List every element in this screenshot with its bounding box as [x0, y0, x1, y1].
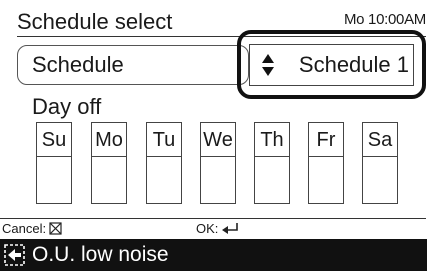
day-label: We [203, 129, 233, 151]
status-bar: O.U. low noise [0, 239, 427, 271]
divider [363, 156, 397, 157]
up-down-triangles-icon [262, 54, 274, 76]
day-label: Su [41, 129, 67, 151]
schedule-value: Schedule 1 [298, 52, 409, 77]
ok-hint: OK: [196, 220, 239, 238]
divider [0, 218, 426, 219]
screen: Schedule select Mo 10:00AM Schedule Sche… [0, 0, 432, 271]
schedule-label: Schedule [32, 52, 124, 77]
clock: Mo 10:00AM [343, 11, 426, 28]
schedule-field: Schedule [17, 45, 249, 85]
divider [201, 156, 235, 157]
day-wednesday[interactable]: We [200, 122, 236, 204]
page-title: Schedule select [17, 9, 173, 34]
day-tuesday[interactable]: Tu [146, 122, 182, 204]
enter-arrow-icon [222, 223, 239, 234]
day-label: Tu [152, 129, 176, 151]
status-label: O.U. low noise [32, 243, 169, 266]
day-label: Mo [95, 129, 123, 151]
day-monday[interactable]: Mo [91, 122, 127, 204]
cancel-label: Cancel: [2, 221, 47, 236]
divider [37, 156, 71, 157]
cancel-x-icon [49, 222, 62, 235]
day-sunday[interactable]: Su [36, 122, 72, 204]
schedule-selector[interactable]: Schedule 1 [249, 44, 414, 86]
day-off-label: Day off [32, 94, 102, 119]
cancel-hint: Cancel: [2, 220, 62, 238]
day-saturday[interactable]: Sa [362, 122, 398, 204]
day-label: Fr [316, 129, 336, 151]
divider [147, 156, 181, 157]
ok-label: OK: [196, 221, 219, 236]
low-noise-icon [4, 244, 25, 266]
divider [92, 156, 126, 157]
day-label: Sa [367, 129, 393, 151]
day-label: Th [260, 129, 284, 151]
divider [309, 156, 343, 157]
day-thursday[interactable]: Th [254, 122, 290, 204]
divider [255, 156, 289, 157]
day-friday[interactable]: Fr [308, 122, 344, 204]
